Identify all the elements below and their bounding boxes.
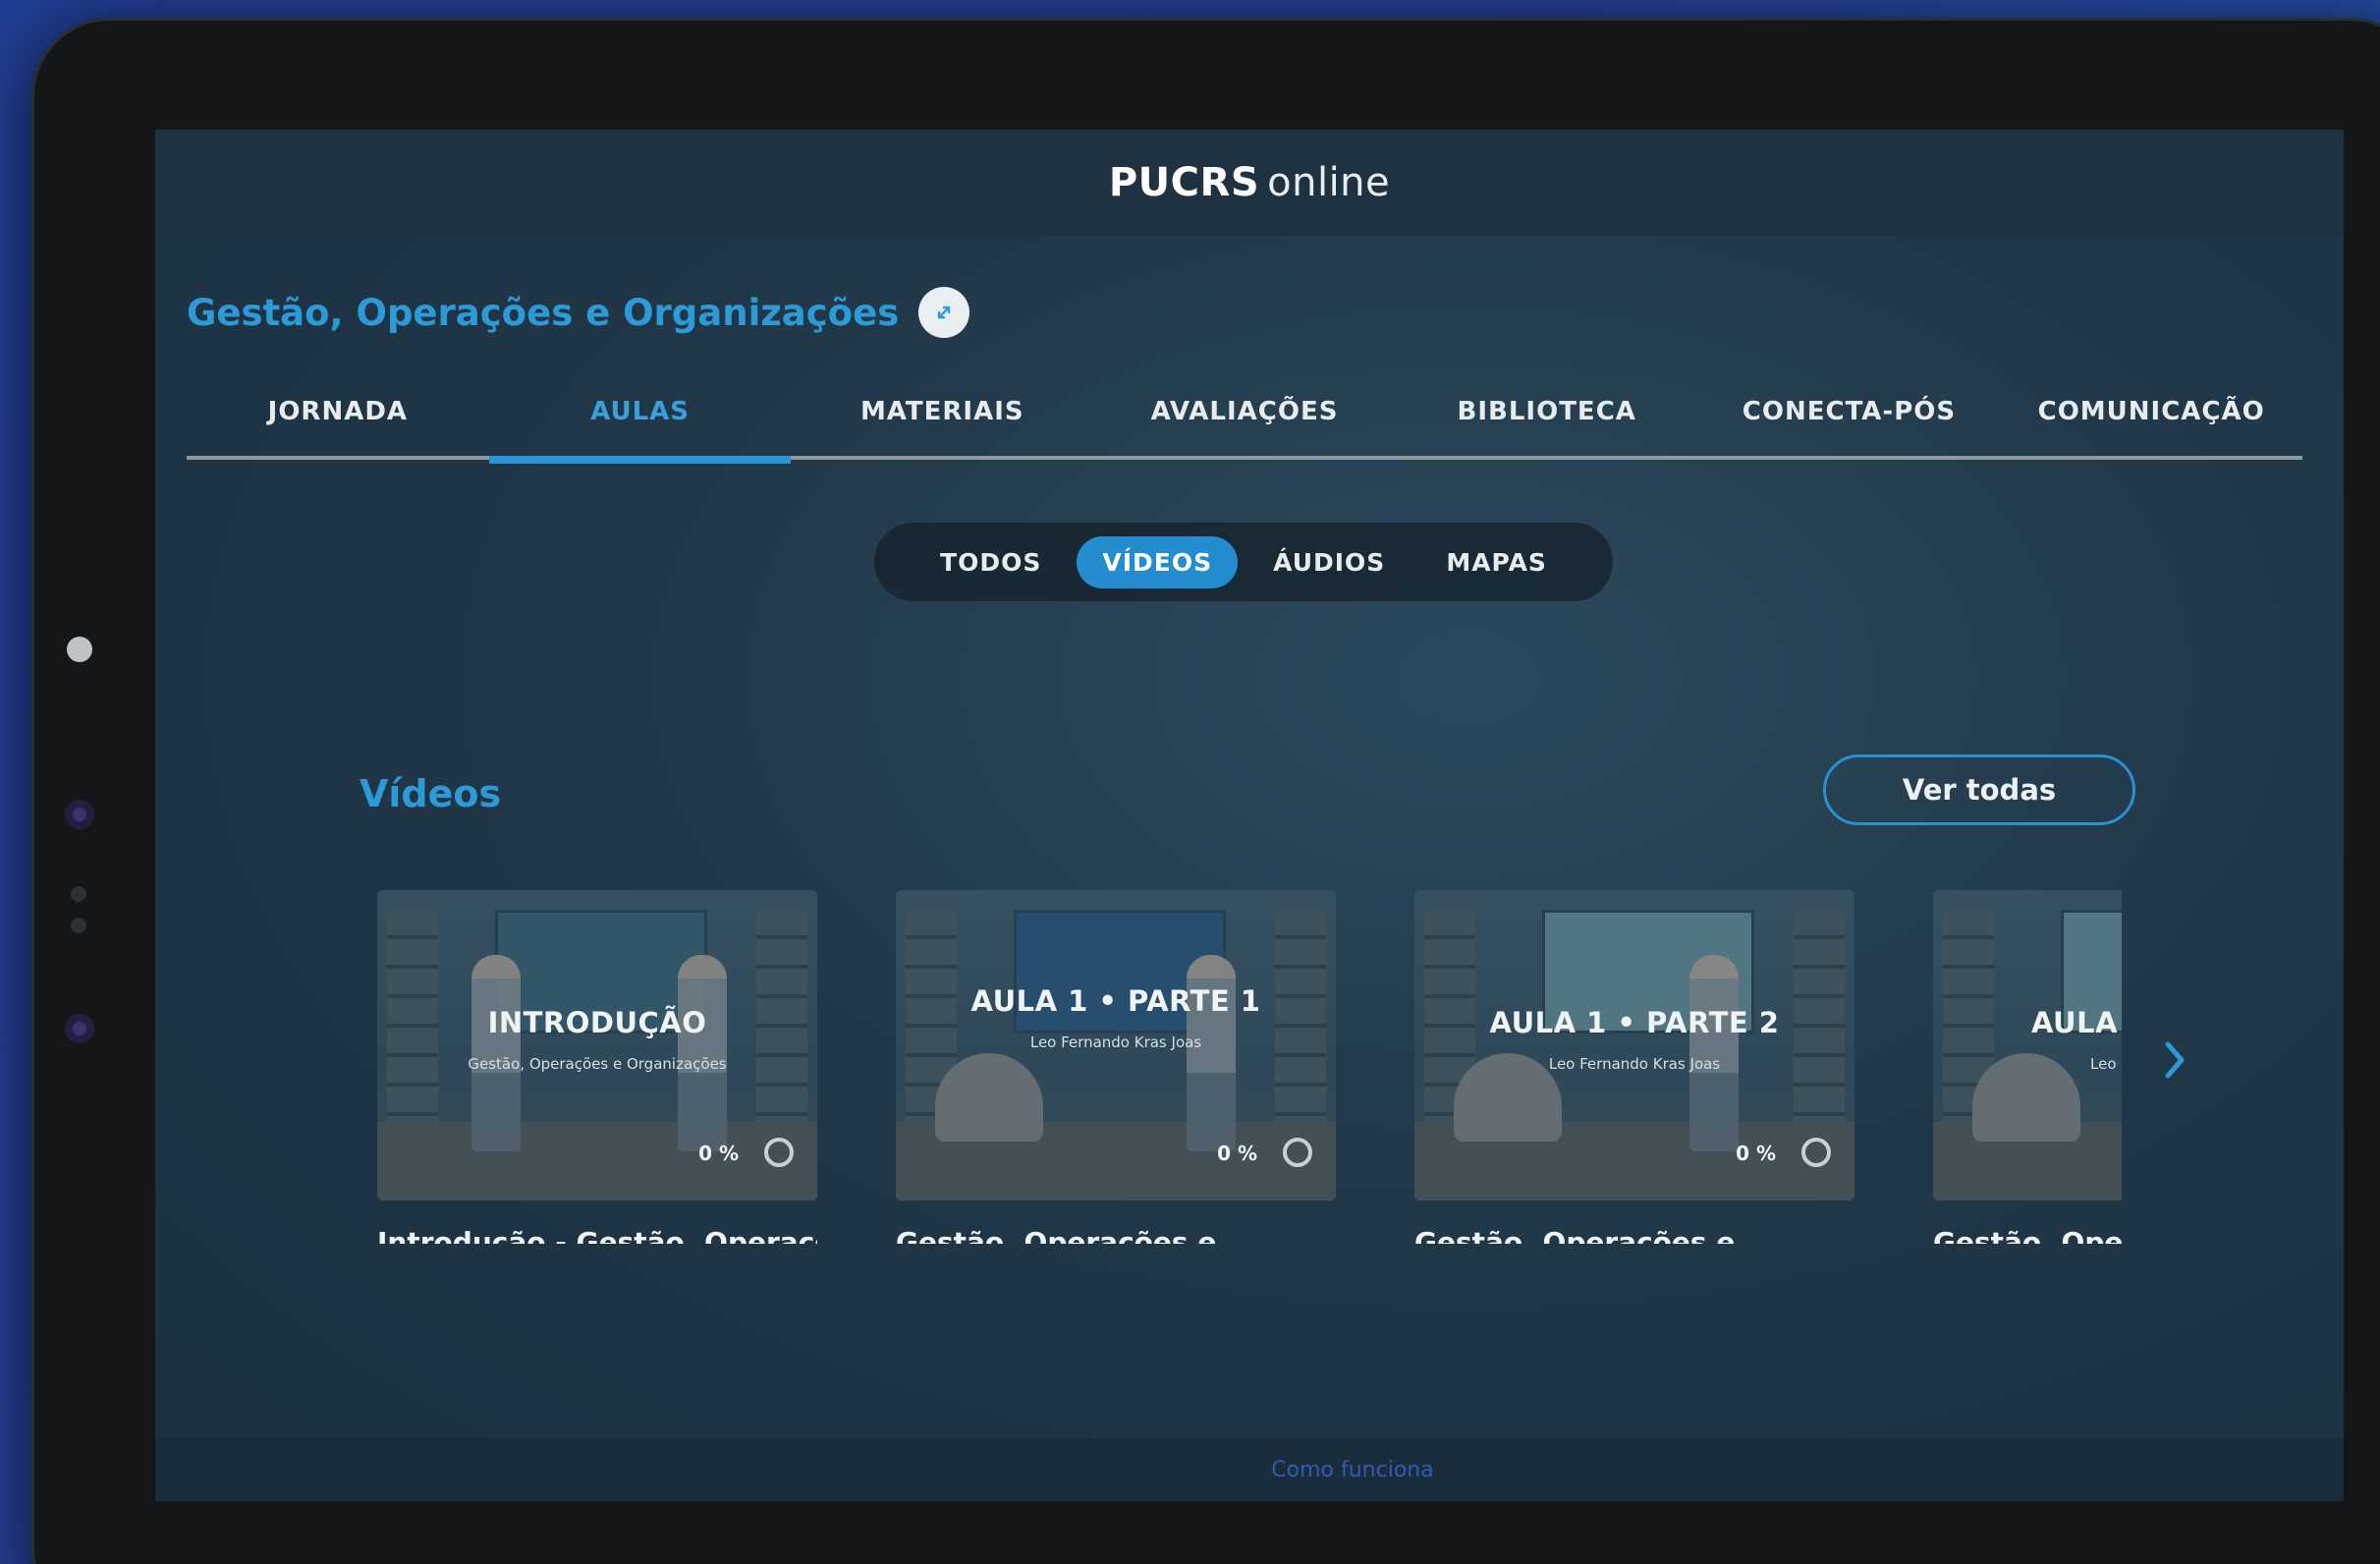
progress-text: 0 % — [1736, 1142, 1776, 1165]
tab-jornada[interactable]: JORNADA — [187, 387, 489, 456]
video-thumbnail[interactable]: AULA 1 • PARTE 2 Leo Fernando Kras Joas … — [1414, 890, 1854, 1201]
logo-suffix: online — [1267, 160, 1391, 205]
thumbnail-overlay — [1933, 890, 2122, 1201]
thumbnail-sublabel: Gestão, Operações e Organizações — [468, 1055, 727, 1073]
sensor-icon — [71, 886, 86, 902]
thumbnail-label: AULA 1 • PARTE 2 — [1489, 1006, 1780, 1039]
video-card[interactable]: AULA 1 • PARTE 2 Leo Fernando Kras Joas … — [1414, 890, 1854, 1244]
tab-avaliacoes[interactable]: AVALIAÇÕES — [1093, 387, 1396, 456]
thumbnail-label: AULA — [2031, 1006, 2119, 1039]
sensor-icon — [71, 918, 86, 933]
video-thumbnail[interactable]: INTRODUÇÃO Gestão, Operações e Organizaç… — [377, 890, 817, 1201]
sensor-icon — [65, 800, 94, 829]
videos-carousel: INTRODUÇÃO Gestão, Operações e Organizaç… — [377, 890, 2122, 1244]
carousel-next-button[interactable] — [2155, 1032, 2194, 1095]
filter-mapas[interactable]: MAPAS — [1420, 536, 1573, 588]
tab-conecta-pos[interactable]: CONECTA-PÓS — [1698, 387, 2001, 456]
tab-biblioteca[interactable]: BIBLIOTECA — [1396, 387, 1698, 456]
sensor-icon — [65, 1014, 94, 1043]
thumbnail-label: AULA 1 • PARTE 1 — [970, 984, 1261, 1018]
filter-audios[interactable]: ÁUDIOS — [1247, 536, 1411, 588]
pucrs-logo[interactable]: PUCRS online — [1109, 160, 1390, 205]
progress-ring-icon — [1283, 1138, 1312, 1167]
footer-bar: Como funciona — [155, 1438, 2344, 1501]
camera-icon — [67, 637, 92, 662]
section-title: Vídeos — [360, 772, 502, 815]
video-title[interactable]: Introdução - Gestão, Operaçõ... — [377, 1226, 817, 1244]
expand-course-button[interactable] — [918, 287, 970, 338]
video-card[interactable]: AULA Leo Fe Gestão, Operações e... — [1933, 890, 2122, 1244]
thumbnail-sublabel: Leo Fernando Kras Joas — [1548, 1055, 1721, 1073]
see-all-button[interactable]: Ver todas — [1823, 754, 2135, 825]
course-header: Gestão, Operações e Organizações — [187, 287, 970, 338]
top-bar: PUCRS online — [155, 130, 2344, 236]
how-it-works-link[interactable]: Como funciona — [1271, 1458, 1433, 1482]
app-screen: PUCRS online Gestão, Operações e Organiz… — [155, 130, 2344, 1501]
video-card[interactable]: INTRODUÇÃO Gestão, Operações e Organizaç… — [377, 890, 817, 1244]
thumbnail-label: INTRODUÇÃO — [487, 1006, 707, 1039]
video-title[interactable]: Gestão, Operações e... — [896, 1226, 1336, 1244]
video-card[interactable]: AULA 1 • PARTE 1 Leo Fernando Kras Joas … — [896, 890, 1336, 1244]
thumbnail-sublabel: Leo Fe — [2090, 1055, 2122, 1073]
progress-text: 0 % — [698, 1142, 739, 1165]
course-title: Gestão, Operações e Organizações — [187, 291, 900, 334]
tab-aulas[interactable]: AULAS — [488, 387, 792, 464]
progress-ring-icon — [764, 1138, 794, 1167]
progress-ring-icon — [1801, 1138, 1831, 1167]
thumbnail-sublabel: Leo Fernando Kras Joas — [1029, 1033, 1202, 1051]
videos-section-header: Vídeos Ver todas — [360, 754, 2135, 833]
thumbnail-overlay — [1414, 890, 1854, 1201]
tab-comunicacao[interactable]: COMUNICAÇÃO — [2000, 387, 2302, 456]
filter-todos[interactable]: TODOS — [914, 536, 1067, 588]
video-thumbnail[interactable]: AULA 1 • PARTE 1 Leo Fernando Kras Joas … — [896, 890, 1336, 1201]
chevron-right-icon — [2165, 1041, 2185, 1079]
video-title[interactable]: Gestão, Operações e... — [1933, 1226, 2122, 1244]
video-title[interactable]: Gestão, Operações e... — [1414, 1226, 1854, 1244]
filter-videos[interactable]: VÍDEOS — [1077, 535, 1239, 588]
progress-text: 0 % — [1217, 1142, 1257, 1165]
logo-brand: PUCRS — [1108, 160, 1260, 205]
tab-materiais[interactable]: MATERIAIS — [791, 387, 1093, 456]
video-thumbnail[interactable]: AULA Leo Fe — [1933, 890, 2122, 1201]
tablet-device: PUCRS online Gestão, Operações e Organiz… — [31, 18, 2380, 1564]
main-tabs: JORNADA AULAS MATERIAIS AVALIAÇÕES BIBLI… — [187, 387, 2302, 464]
thumbnail-overlay — [377, 890, 817, 1201]
expand-icon — [938, 306, 951, 319]
media-filter: TODOS VÍDEOS ÁUDIOS MAPAS — [874, 523, 1613, 601]
